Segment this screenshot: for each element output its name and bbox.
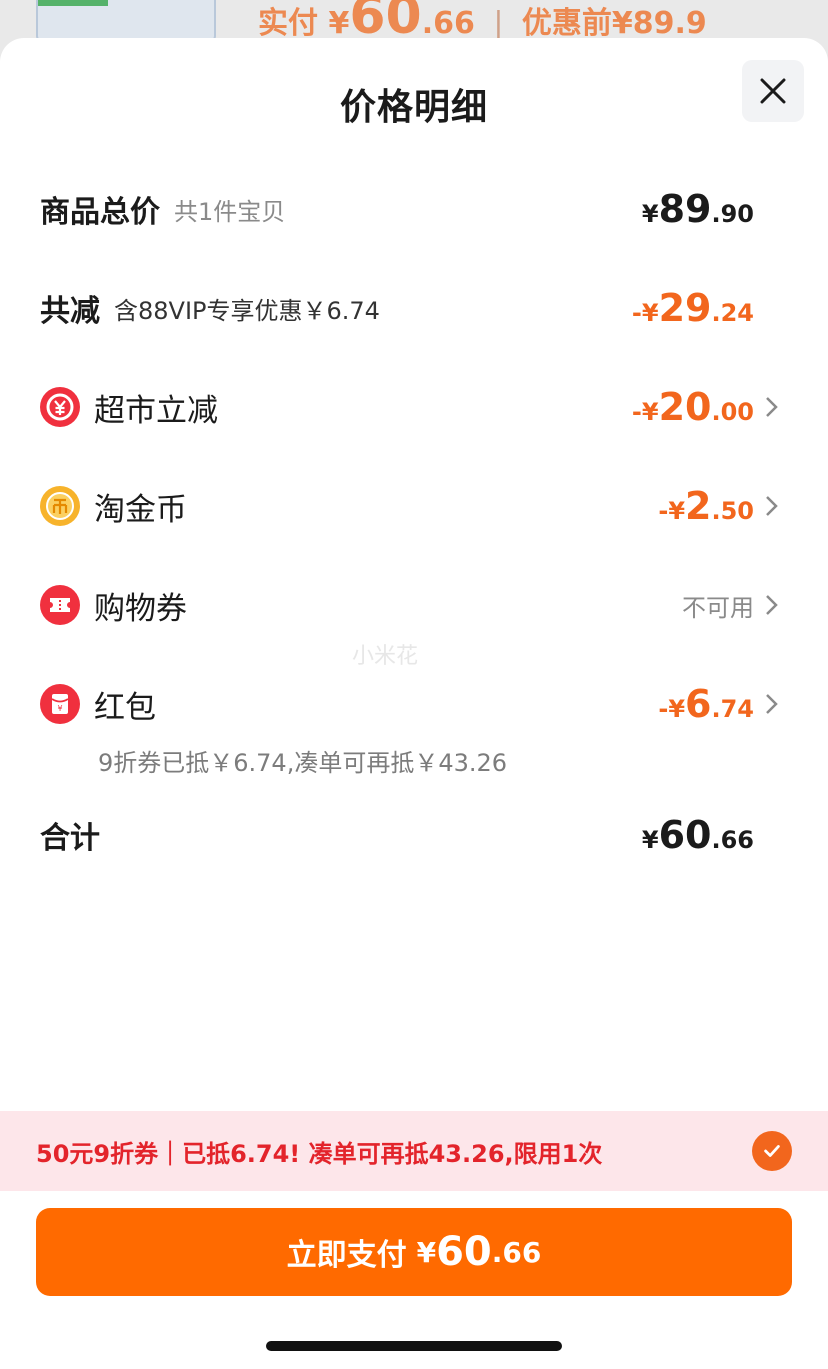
chevron-right-icon xyxy=(764,593,780,617)
coupon-banner[interactable]: 50元9折券｜已抵6.74! 凑单可再抵43.26,限用1次 xyxy=(0,1111,828,1191)
product-thumbnail xyxy=(36,0,216,42)
pay-dec: .66 xyxy=(421,6,475,41)
total-price-label: 商品总价 xyxy=(40,195,160,230)
chevron-right-icon xyxy=(764,395,780,419)
pay-now-label: 立即支付 xyxy=(286,1238,407,1273)
pay-now-symbol: ¥ xyxy=(416,1235,437,1269)
red-packet-icon: ¥ xyxy=(40,684,80,724)
row-sum: 合计 ¥60.66 xyxy=(40,805,828,865)
red-packet-note: 9折券已抵￥6.74,凑单可再抵￥43.26 xyxy=(98,749,508,777)
discount-amount: -¥ 29.24 xyxy=(631,286,754,330)
svg-text:¥: ¥ xyxy=(57,704,62,713)
voucher-label: 购物券 xyxy=(94,590,187,627)
total-price-amount: ¥89.90 xyxy=(641,187,754,231)
pay-label: 实付 xyxy=(258,6,318,41)
item-count: 共1件宝贝 xyxy=(174,197,286,226)
row-shopping-voucher[interactable]: 购物券 不可用 xyxy=(40,575,828,635)
red-packet-label: 红包 xyxy=(94,689,156,726)
sum-label: 合计 xyxy=(40,821,100,856)
price-detail-sheet: 价格明细 商品总价 共1件宝贝 ¥89.90 共减 含88VIP专享优惠￥6.7… xyxy=(0,38,828,1369)
row-red-packet[interactable]: ¥ 红包 -¥ 6.74 xyxy=(40,674,828,734)
close-button[interactable] xyxy=(742,60,804,122)
sheet-title: 价格明细 xyxy=(339,87,488,128)
taojinbi-label: 淘金币 xyxy=(94,491,187,528)
chevron-right-icon xyxy=(764,692,780,716)
yuan-coupon-icon xyxy=(40,387,80,427)
discount-sub: 含88VIP专享优惠￥6.74 xyxy=(114,296,380,325)
discount-label: 共减 xyxy=(40,294,100,329)
supermarket-label: 超市立减 xyxy=(94,392,218,429)
pay-now-int: 60 xyxy=(436,1229,492,1275)
row-total-price: 商品总价 共1件宝贝 ¥89.90 xyxy=(40,179,828,239)
sum-amount: ¥60.66 xyxy=(641,813,754,857)
row-taojinbi[interactable]: 淘金币 -¥ 2.50 xyxy=(40,476,828,536)
home-indicator xyxy=(266,1341,562,1351)
pay-now-button[interactable]: 立即支付 ¥60.66 xyxy=(36,1208,792,1296)
taojinbi-amount: -¥ 2.50 xyxy=(658,484,754,528)
close-icon xyxy=(760,78,786,104)
voucher-status: 不可用 xyxy=(682,593,754,622)
pay-symbol: ¥ xyxy=(328,6,350,41)
watermark: 小米花 xyxy=(352,644,419,669)
row-supermarket-discount[interactable]: 超市立减 -¥ 20.00 xyxy=(40,377,828,437)
row-total-discount: 共减 含88VIP专享优惠￥6.74 -¥ 29.24 xyxy=(40,278,828,338)
pay-now-dec: .66 xyxy=(491,1235,542,1269)
supermarket-amount: -¥ 20.00 xyxy=(631,385,754,429)
check-icon[interactable] xyxy=(752,1131,792,1171)
coin-icon xyxy=(40,486,80,526)
chevron-right-icon xyxy=(764,494,780,518)
red-packet-amount: -¥ 6.74 xyxy=(658,682,754,726)
before-price: 优惠前¥89.9 xyxy=(521,6,707,41)
coupon-banner-text: 50元9折券｜已抵6.74! 凑单可再抵43.26,限用1次 xyxy=(36,1139,603,1168)
ticket-icon xyxy=(40,585,80,625)
